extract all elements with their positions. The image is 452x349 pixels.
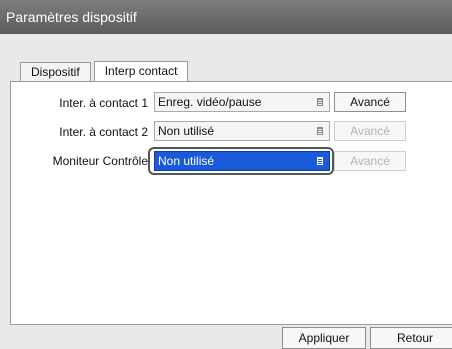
tab-dispositif[interactable]: Dispositif	[20, 62, 91, 81]
monitor-control-label: Moniteur Contrôle	[52, 154, 148, 168]
dropdown-icon	[317, 98, 323, 106]
window-title: Paramètres dispositif	[0, 0, 452, 34]
monitor-control-advanced-button: Avancé	[334, 151, 406, 171]
contact-1-label: Inter. à contact 1	[59, 96, 148, 110]
contact-1-select[interactable]: Enreg. vidéo/pause	[154, 92, 330, 112]
monitor-control-value: Non utilisé	[158, 154, 215, 168]
apply-button[interactable]: Appliquer	[282, 327, 366, 349]
contact-2-label: Inter. à contact 2	[59, 125, 148, 139]
tab-bar: Dispositif Interp contact	[20, 61, 191, 82]
tab-panel	[10, 81, 452, 325]
contact-2-select[interactable]: Non utilisé	[154, 121, 330, 141]
back-button[interactable]: Retour	[370, 327, 452, 349]
tab-interp-contact[interactable]: Interp contact	[93, 61, 189, 82]
contact-1-advanced-button[interactable]: Avancé	[334, 92, 406, 112]
monitor-control-select[interactable]: Non utilisé	[154, 151, 330, 171]
dropdown-icon	[317, 127, 323, 135]
contact-2-value: Non utilisé	[158, 124, 215, 138]
contact-1-value: Enreg. vidéo/pause	[158, 95, 262, 109]
contact-2-advanced-button: Avancé	[334, 121, 406, 141]
dropdown-icon	[317, 157, 323, 165]
